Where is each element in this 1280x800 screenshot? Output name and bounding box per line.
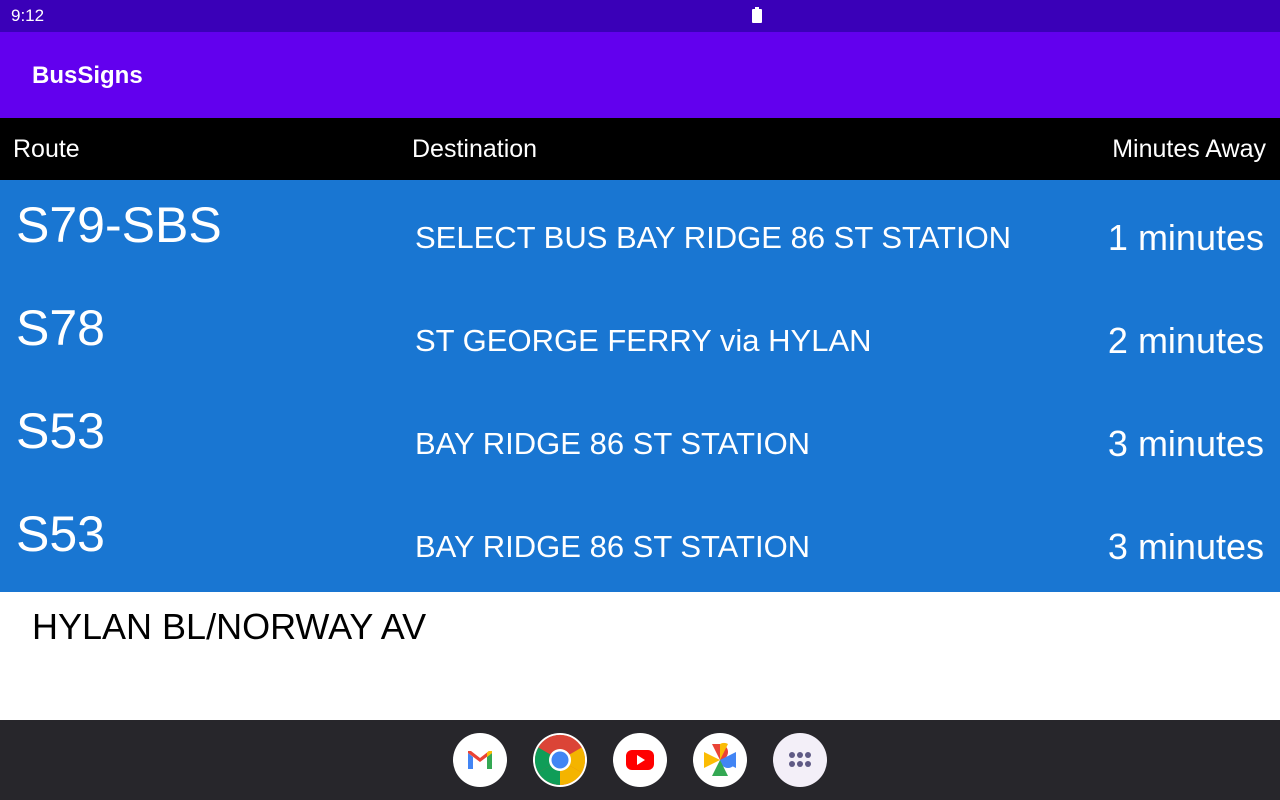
minutes-cell: 3 minutes	[1107, 526, 1264, 567]
arrivals-list[interactable]: S79-SBS SELECT BUS BAY RIDGE 86 ST STATI…	[0, 180, 1280, 592]
stop-name: HYLAN BL/NORWAY AV	[32, 606, 427, 647]
arrival-row[interactable]: S53 BAY RIDGE 86 ST STATION 3 minutes	[0, 489, 1280, 592]
app-bar: BusSigns	[0, 32, 1280, 118]
arrival-row[interactable]: S53 BAY RIDGE 86 ST STATION 3 minutes	[0, 386, 1280, 489]
destination-cell: ST GEORGE FERRY via HYLAN	[415, 323, 872, 358]
destination-cell: BAY RIDGE 86 ST STATION	[415, 426, 811, 461]
arrival-row[interactable]: S79-SBS SELECT BUS BAY RIDGE 86 ST STATI…	[0, 180, 1280, 283]
minutes-cell: 1 minutes	[1107, 217, 1264, 258]
app-drawer-icon[interactable]	[773, 733, 827, 787]
route-cell: S53	[16, 506, 105, 562]
destination-cell: SELECT BUS BAY RIDGE 86 ST STATION	[415, 220, 1012, 255]
route-cell: S78	[16, 300, 105, 356]
youtube-icon[interactable]	[613, 733, 667, 787]
header-route: Route	[13, 135, 80, 163]
minutes-cell: 3 minutes	[1107, 423, 1264, 464]
arrival-row[interactable]: S78 ST GEORGE FERRY via HYLAN 2 minutes	[0, 283, 1280, 386]
taskbar	[0, 720, 1280, 800]
battery-icon	[752, 7, 762, 23]
destination-cell: BAY RIDGE 86 ST STATION	[415, 529, 811, 564]
photos-icon[interactable]	[693, 733, 747, 787]
route-cell: S53	[16, 403, 105, 459]
status-bar: 9:12	[0, 0, 1280, 32]
header-destination: Destination	[412, 135, 538, 163]
status-time: 9:12	[11, 6, 45, 25]
header-minutes-away: Minutes Away	[1112, 135, 1266, 163]
gmail-icon[interactable]	[453, 733, 507, 787]
app-title: BusSigns	[32, 62, 143, 89]
route-cell: S79-SBS	[16, 197, 222, 253]
chrome-icon[interactable]	[533, 733, 587, 787]
table-header: Route Destination Minutes Away	[0, 118, 1280, 180]
minutes-cell: 2 minutes	[1107, 320, 1264, 361]
